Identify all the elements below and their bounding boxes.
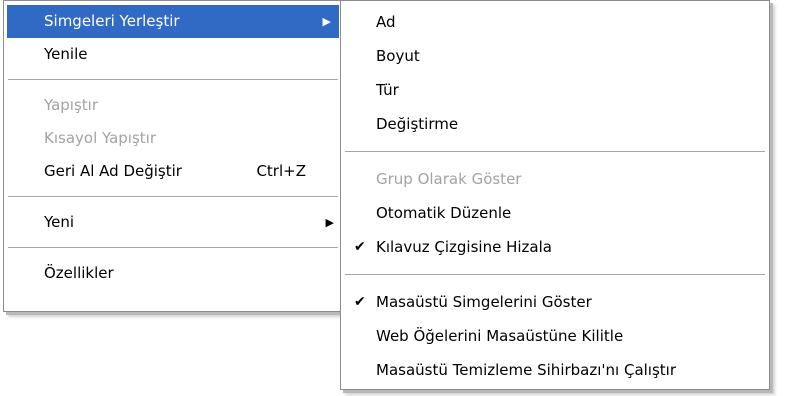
menu-item-label: Masaüstü Simgelerini Göster	[376, 293, 592, 311]
submenu-item-size[interactable]: Boyut	[341, 39, 769, 73]
menu-item-label: Yenile	[44, 45, 88, 63]
menu-item-refresh[interactable]: Yenile	[4, 38, 342, 71]
checkmark-icon: ✔	[354, 239, 366, 255]
menu-item-shortcut: Ctrl+Z	[256, 162, 306, 180]
menu-item-properties[interactable]: Özellikler	[4, 257, 342, 290]
menu-item-label: Masaüstü Temizleme Sihirbazı'nı Çalıştır	[376, 361, 676, 379]
submenu-item-type[interactable]: Tür	[341, 73, 769, 107]
menu-item-label: Web Öğelerini Masaüstüne Kilitle	[376, 327, 624, 345]
menu-item-label: Otomatik Düzenle	[376, 204, 512, 222]
submenu-item-modified[interactable]: Değiştirme	[341, 107, 769, 141]
menu-item-label: Grup Olarak Göster	[376, 170, 522, 188]
submenu-item-run-cleanup-wizard[interactable]: Masaüstü Temizleme Sihirbazı'nı Çalıştır	[341, 353, 769, 387]
menu-item-label: Kısayol Yapıştır	[44, 129, 157, 147]
menu-separator	[8, 247, 338, 248]
menu-item-new[interactable]: Yeni ▶	[4, 206, 342, 239]
submenu-item-name[interactable]: Ad	[341, 5, 769, 39]
menu-separator	[345, 151, 765, 152]
submenu-item-show-desktop-icons[interactable]: ✔ Masaüstü Simgelerini Göster	[341, 285, 769, 319]
menu-item-label: Boyut	[376, 47, 420, 65]
submenu-arrow-icon: ▶	[325, 216, 334, 229]
menu-item-label: Geri Al Ad Değiştir	[44, 162, 182, 180]
desktop-context-menu-area: Simgeleri Yerleştir ▶ Yenile Yapıştır Kı…	[0, 0, 792, 396]
menu-separator	[345, 274, 765, 275]
submenu-item-show-in-groups: Grup Olarak Göster	[341, 162, 769, 196]
menu-item-label: Tür	[376, 81, 399, 99]
submenu-item-lock-web-items[interactable]: Web Öğelerini Masaüstüne Kilitle	[341, 319, 769, 353]
menu-item-label: Kılavuz Çizgisine Hizala	[376, 238, 552, 256]
desktop-context-menu: Simgeleri Yerleştir ▶ Yenile Yapıştır Kı…	[3, 0, 343, 312]
menu-item-label: Özellikler	[44, 264, 114, 282]
menu-item-label: Yapıştır	[44, 96, 99, 114]
submenu-arrow-icon: ▶	[322, 15, 331, 28]
submenu-item-auto-arrange[interactable]: Otomatik Düzenle	[341, 196, 769, 230]
checkmark-icon: ✔	[354, 294, 366, 310]
menu-separator	[8, 79, 338, 80]
menu-item-paste: Yapıştır	[4, 89, 342, 122]
menu-item-paste-shortcut: Kısayol Yapıştır	[4, 122, 342, 155]
menu-item-label: Simgeleri Yerleştir	[44, 12, 180, 30]
menu-item-arrange-icons[interactable]: Simgeleri Yerleştir ▶	[7, 5, 339, 38]
menu-item-label: Ad	[376, 13, 396, 31]
menu-item-label: Yeni	[44, 213, 75, 231]
submenu-item-align-to-grid[interactable]: ✔ Kılavuz Çizgisine Hizala	[341, 230, 769, 264]
arrange-icons-submenu: Ad Boyut Tür Değiştirme Grup Olarak Göst…	[340, 0, 770, 390]
menu-item-undo-rename[interactable]: Geri Al Ad Değiştir Ctrl+Z	[4, 155, 342, 188]
menu-separator	[8, 196, 338, 197]
menu-item-label: Değiştirme	[376, 115, 459, 133]
